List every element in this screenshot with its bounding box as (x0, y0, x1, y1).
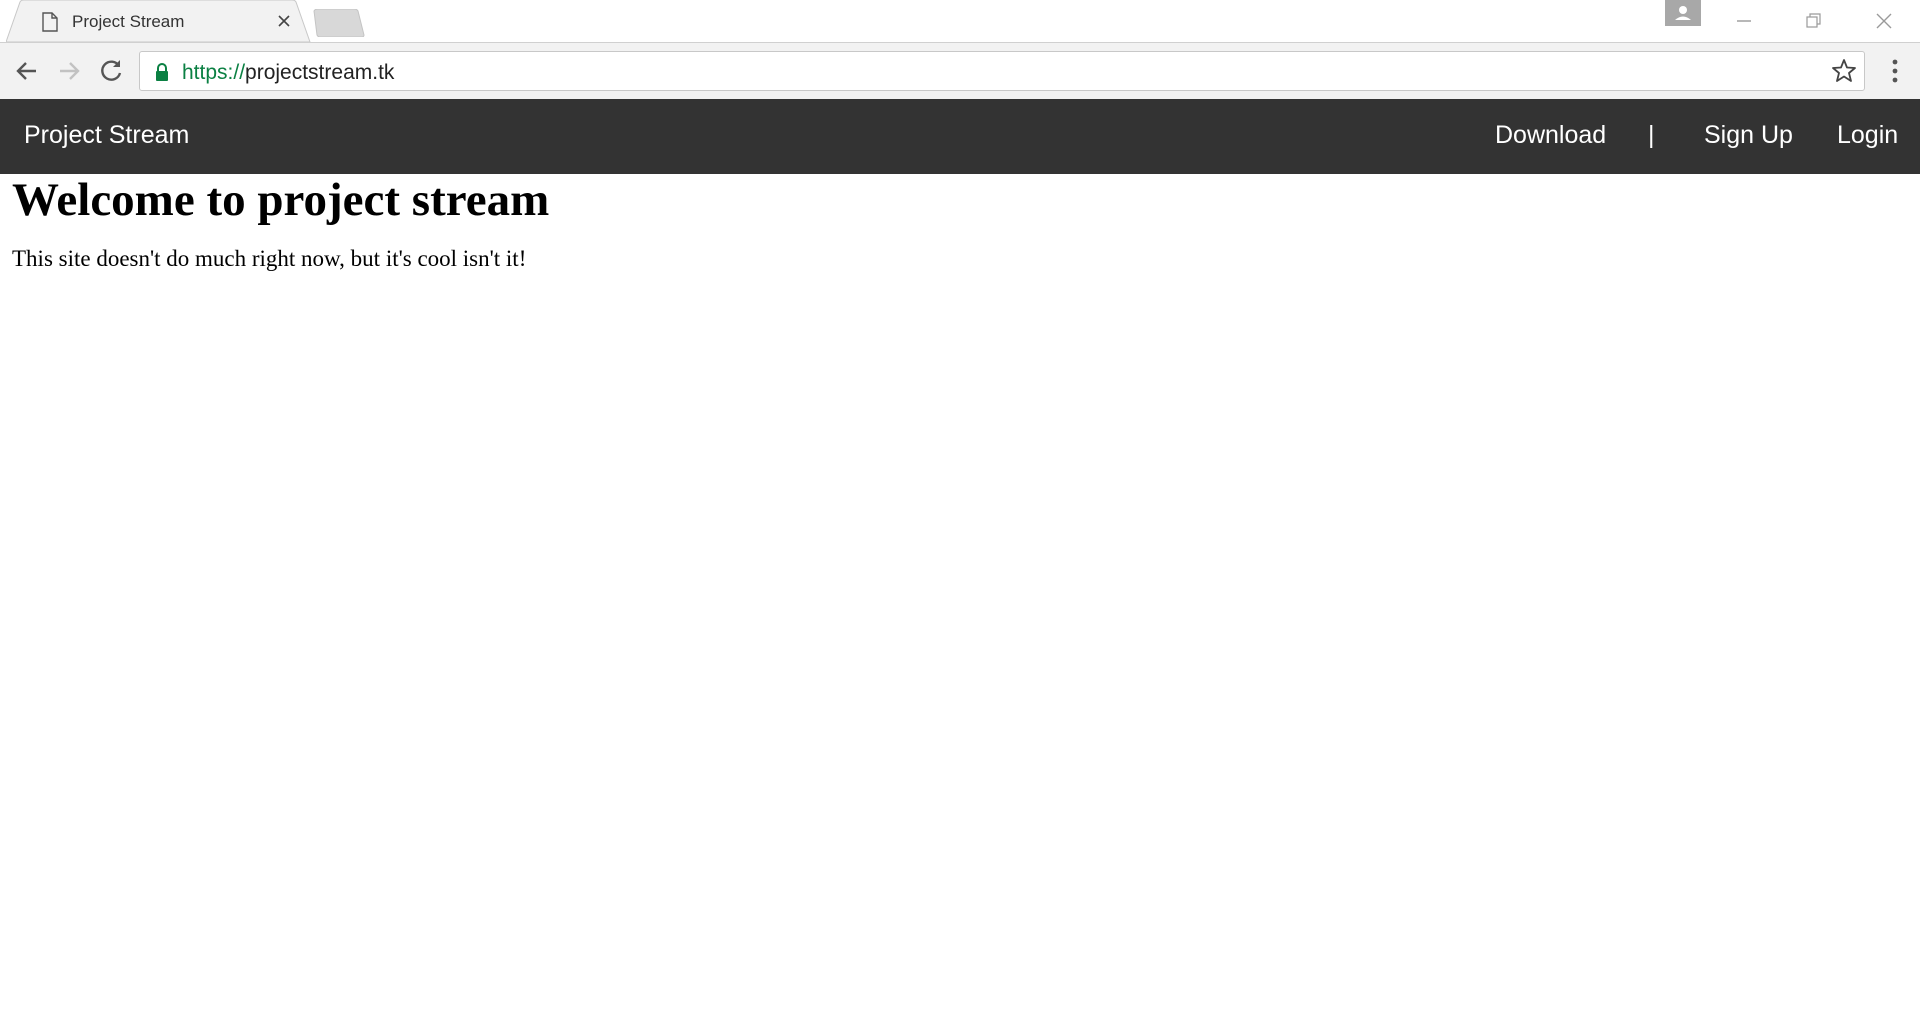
profile-icon[interactable] (1665, 0, 1701, 26)
intro-paragraph: This site doesn't do much right now, but… (12, 246, 527, 271)
tab-title: Project Stream (72, 12, 185, 31)
site-navbar: Project Stream Download | Sign Up Login (0, 99, 1920, 174)
login-link[interactable]: Login (1837, 121, 1898, 150)
back-arrow-icon[interactable] (9, 53, 45, 89)
download-link[interactable]: Download (1495, 121, 1606, 150)
page-icon (42, 12, 58, 32)
signup-link[interactable]: Sign Up (1704, 121, 1793, 150)
url-scheme: https:// (182, 61, 246, 84)
browser-chrome: Project Stream https://projectstream.tk (0, 0, 1920, 99)
tab-strip: Project Stream (0, 0, 1920, 42)
brand-link[interactable]: Project Stream (24, 121, 189, 150)
star-icon[interactable] (1830, 57, 1858, 85)
nav-separator: | (1648, 121, 1655, 149)
minimize-icon[interactable] (1724, 8, 1764, 34)
lock-icon (154, 62, 170, 82)
browser-tab[interactable]: Project Stream (6, 0, 311, 42)
restore-icon[interactable] (1793, 8, 1833, 34)
new-tab-icon[interactable] (310, 8, 366, 38)
url-host: projectstream.tk (245, 61, 395, 84)
address-bar[interactable]: https://projectstream.tk (139, 51, 1865, 91)
url-text: https://projectstream.tk (182, 61, 394, 85)
kebab-menu-icon[interactable] (1880, 53, 1910, 89)
close-icon[interactable] (274, 11, 294, 31)
browser-toolbar: https://projectstream.tk (0, 42, 1920, 99)
main-content: Welcome to project stream This site does… (12, 174, 1902, 272)
page-title: Welcome to project stream (12, 174, 550, 226)
reload-icon[interactable] (93, 53, 129, 89)
close-window-icon[interactable] (1864, 8, 1904, 34)
forward-arrow-icon[interactable] (51, 53, 87, 89)
